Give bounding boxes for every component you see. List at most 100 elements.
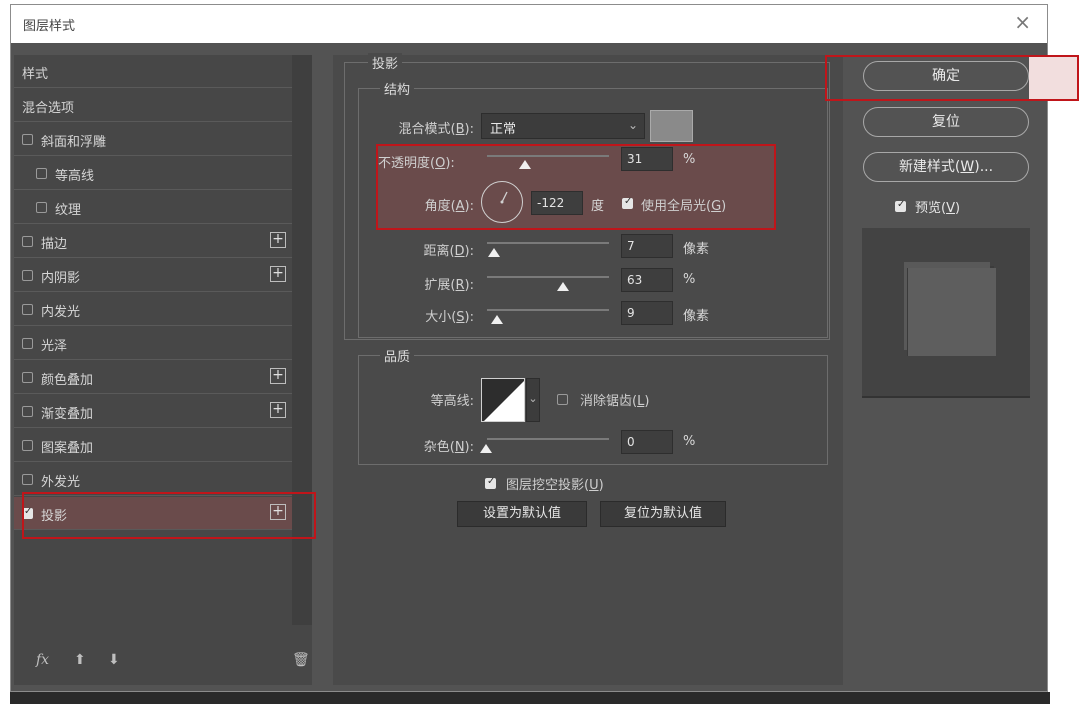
global-light-label: 使用全局光(G) [641,199,727,214]
noise-slider-track[interactable] [487,438,609,440]
move-up-icon[interactable]: ⬆ [74,652,86,668]
stroke-checkbox[interactable] [22,236,33,247]
spread-label: 扩展(R): [424,278,474,293]
pattern-overlay-label: 图案叠加 [41,441,94,456]
spread-input[interactable]: 63 [621,268,673,292]
anti-alias-checkbox[interactable] [557,394,568,405]
opacity-slider-track[interactable] [487,155,609,157]
style-item-pattern-overlay[interactable]: 图案叠加 [14,429,292,462]
spread-slider-track[interactable] [487,276,609,278]
angle-label: 角度(A): [424,199,474,214]
quality-title: 品质 [380,346,415,365]
contour-checkbox[interactable] [36,168,47,179]
style-list-scrollbar[interactable] [292,55,312,625]
style-item-stroke[interactable]: 描边 + [14,225,292,258]
outer-glow-label: 外发光 [41,475,81,490]
ok-highlight-fill [1029,57,1077,99]
dialog-title: 图层样式 [23,19,76,34]
opacity-slider-thumb[interactable] [519,160,531,169]
inner-glow-label: 内发光 [41,305,81,320]
spread-unit: % [683,272,696,287]
size-unit: 像素 [683,309,710,324]
chevron-down-icon: ⌄ [627,118,638,132]
spread-slider-thumb[interactable] [557,282,569,291]
new-style-button[interactable]: 新建样式(W)... [863,152,1029,182]
style-item-satin[interactable]: 光泽 [14,327,292,360]
texture-label: 纹理 [55,203,82,218]
blend-mode-select[interactable]: 正常 ⌄ [481,113,645,139]
stroke-add-icon[interactable]: + [270,232,286,248]
anti-alias-label: 消除锯齿(L) [580,394,650,409]
color-overlay-checkbox[interactable] [22,372,33,383]
opacity-input[interactable]: 31 [621,147,673,171]
texture-checkbox[interactable] [36,202,47,213]
blend-options-item[interactable]: 混合选项 [14,89,292,122]
distance-input[interactable]: 7 [621,234,673,258]
inner-shadow-checkbox[interactable] [22,270,33,281]
style-item-bevel-emboss[interactable]: 斜面和浮雕 [14,123,292,156]
angle-dial[interactable] [481,181,523,223]
reset-button[interactable]: 复位 [863,107,1029,137]
close-icon[interactable]: × [1014,10,1031,34]
chevron-down-icon: ⌄ [528,392,538,405]
opacity-unit: % [683,152,696,167]
blend-mode-value: 正常 [490,122,517,137]
distance-slider-track[interactable] [487,242,609,244]
style-item-color-overlay[interactable]: 颜色叠加 + [14,361,292,394]
window-bottom-edge [10,692,1050,704]
blend-options-label: 混合选项 [22,101,75,116]
inner-glow-checkbox[interactable] [22,304,33,315]
distance-label: 距离(D): [423,244,474,259]
reset-default-button[interactable]: 复位为默认值 [600,501,726,527]
bevel-emboss-checkbox[interactable] [22,134,33,145]
contour-label: 等高线: [430,394,474,409]
preview-checkbox[interactable] [895,199,906,212]
noise-input[interactable]: 0 [621,430,673,454]
shadow-color-swatch[interactable] [650,110,693,142]
contour-dropdown[interactable]: ⌄ [526,378,540,422]
noise-slider-thumb[interactable] [480,444,492,453]
preview-square [908,268,996,356]
style-item-gradient-overlay[interactable]: 渐变叠加 + [14,395,292,428]
blend-mode-label: 混合模式(B): [398,122,474,137]
knockout-label: 图层挖空投影(U) [506,478,604,493]
style-list: 样式 混合选项 斜面和浮雕 等高线 纹理 描边 + 内阴影 + 内发光 光泽 颜… [14,55,312,685]
style-item-inner-shadow[interactable]: 内阴影 + [14,259,292,292]
color-overlay-add-icon[interactable]: + [270,368,286,384]
inner-shadow-label: 内阴影 [41,271,81,286]
size-slider-thumb[interactable] [491,315,503,324]
style-list-header[interactable]: 样式 [14,55,292,88]
distance-slider-thumb[interactable] [488,248,500,257]
fx-icon[interactable]: fx [36,652,49,668]
size-slider-track[interactable] [487,309,609,311]
style-header-label: 样式 [22,67,49,82]
satin-label: 光泽 [41,339,68,354]
style-item-inner-glow[interactable]: 内发光 [14,293,292,326]
pattern-overlay-checkbox[interactable] [22,440,33,451]
global-light-checkbox[interactable] [622,196,633,209]
style-preview [862,228,1030,398]
structure-title: 结构 [380,79,415,98]
style-item-texture[interactable]: 纹理 [14,191,292,224]
style-item-contour[interactable]: 等高线 [14,157,292,190]
size-label: 大小(S): [425,310,474,325]
gradient-overlay-checkbox[interactable] [22,406,33,417]
make-default-button[interactable]: 设置为默认值 [457,501,587,527]
contour-picker[interactable] [481,378,525,422]
opacity-label: 不透明度(O): [378,156,455,171]
outer-glow-checkbox[interactable] [22,474,33,485]
angle-input[interactable]: -122 [531,191,583,215]
size-input[interactable]: 9 [621,301,673,325]
trash-icon[interactable]: 🗑 [292,652,310,668]
stroke-label: 描边 [41,237,68,252]
drop-shadow-title: 投影 [368,53,403,72]
satin-checkbox[interactable] [22,338,33,349]
move-down-icon[interactable]: ⬇ [108,652,120,668]
inner-shadow-add-icon[interactable]: + [270,266,286,282]
knockout-checkbox[interactable] [485,476,496,489]
contour-item-label: 等高线 [55,169,95,184]
gradient-overlay-add-icon[interactable]: + [270,402,286,418]
title-bar: 图层样式 × [11,5,1047,43]
noise-unit: % [683,434,696,449]
contour-curve-icon [484,381,524,421]
